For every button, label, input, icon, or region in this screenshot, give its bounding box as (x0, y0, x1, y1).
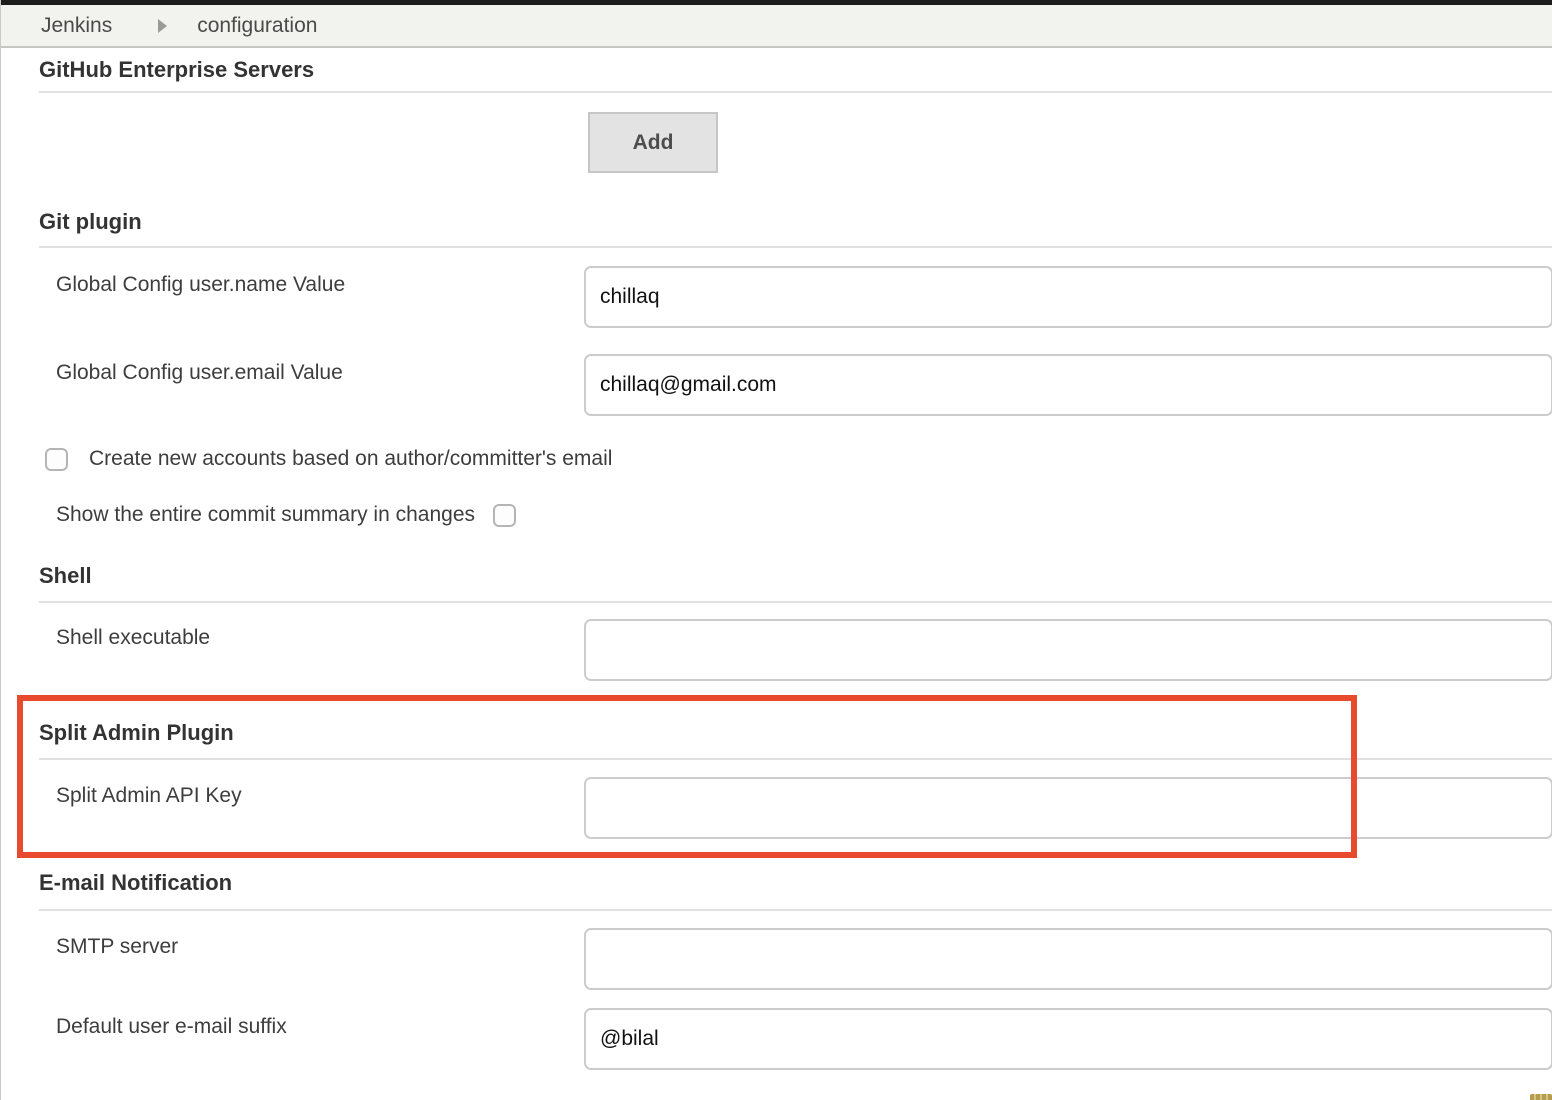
global-config-username-label: Global Config user.name Value (56, 266, 584, 328)
checkbox-row: Show the entire commit summary in change… (39, 503, 1552, 527)
form-row: Split Admin API Key (39, 777, 1552, 839)
cut-off-gold-element (1530, 1094, 1552, 1100)
section-title-github-enterprise-servers: GitHub Enterprise Servers (39, 57, 1552, 83)
form-row: Default user e-mail suffix (39, 1008, 1552, 1070)
split-admin-api-key-label: Split Admin API Key (56, 777, 584, 839)
show-commit-summary-checkbox[interactable] (493, 504, 516, 527)
default-email-suffix-input[interactable] (584, 1008, 1552, 1070)
section-title-git-plugin: Git plugin (39, 209, 1552, 235)
form-row: Shell executable (39, 619, 1552, 681)
global-config-useremail-label: Global Config user.email Value (56, 354, 584, 416)
section-divider (39, 758, 1552, 760)
form-row: Global Config user.name Value (39, 266, 1552, 328)
section-divider (39, 91, 1552, 93)
split-admin-section: Split Admin Plugin Split Admin API Key (39, 681, 1552, 839)
add-github-server-button[interactable]: Add (588, 112, 718, 173)
checkbox-row: Create new accounts based on author/comm… (39, 447, 1552, 471)
breadcrumb-configuration[interactable]: configuration (197, 14, 317, 38)
smtp-server-input[interactable] (584, 928, 1552, 990)
form-row: Global Config user.email Value (39, 354, 1552, 416)
shell-executable-input[interactable] (584, 619, 1552, 681)
chevron-right-icon (158, 19, 167, 33)
create-accounts-label: Create new accounts based on author/comm… (89, 447, 612, 471)
section-title-shell: Shell (39, 563, 1552, 589)
split-admin-api-key-input[interactable] (584, 777, 1552, 839)
form-row: SMTP server (39, 928, 1552, 990)
section-divider (39, 909, 1552, 911)
section-title-email-notification: E-mail Notification (39, 870, 1552, 896)
global-config-username-input[interactable] (584, 266, 1552, 328)
shell-executable-label: Shell executable (56, 619, 584, 681)
smtp-server-label: SMTP server (56, 928, 584, 990)
section-divider (39, 246, 1552, 248)
section-divider (39, 601, 1552, 603)
section-title-split-admin-plugin: Split Admin Plugin (39, 720, 1552, 746)
configuration-form: GitHub Enterprise Servers Add Git plugin… (1, 57, 1552, 1070)
breadcrumb-jenkins-link[interactable]: Jenkins (41, 14, 112, 38)
default-email-suffix-label: Default user e-mail suffix (56, 1008, 584, 1070)
breadcrumb: Jenkins configuration (1, 5, 1552, 48)
create-accounts-checkbox[interactable] (45, 448, 68, 471)
show-commit-summary-label: Show the entire commit summary in change… (56, 503, 475, 527)
global-config-useremail-input[interactable] (584, 354, 1552, 416)
